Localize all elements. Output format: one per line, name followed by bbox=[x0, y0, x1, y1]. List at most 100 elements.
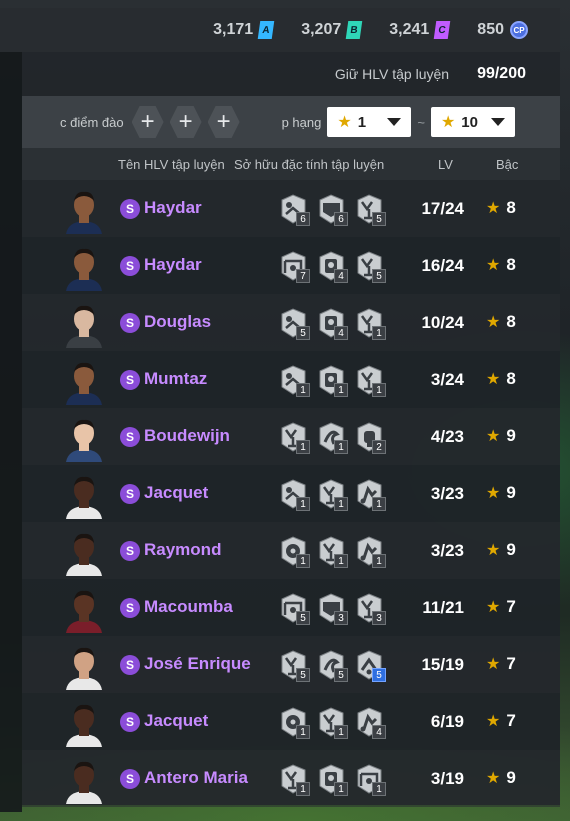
heading-trait-icon[interactable]: 1 bbox=[278, 479, 310, 511]
rank-filter-label: p hạng bbox=[281, 114, 322, 130]
coach-row[interactable]: S Haydar 6 6 5 17/24 ★ 8 bbox=[22, 180, 560, 237]
coach-row[interactable]: S Boudewijn 1 1 2 4/23 ★ 9 bbox=[22, 408, 560, 465]
coach-grade: ★ 9 bbox=[486, 426, 516, 446]
coach-row[interactable]: S Macoumba 5 3 3 11/21 ★ 7 bbox=[22, 579, 560, 636]
grade-value: 7 bbox=[506, 711, 516, 730]
trait-list: 1 1 1 bbox=[278, 764, 386, 796]
rank-from-select[interactable]: ★ 1 bbox=[327, 107, 412, 137]
celebrate-trait-icon[interactable]: 1 bbox=[278, 764, 310, 796]
filter-bar: c điểm đào + + + p hạng ★ 1 ~ ★ 10 bbox=[22, 96, 560, 148]
trait-level: 1 bbox=[372, 497, 386, 511]
coach-name: Boudewijn bbox=[144, 426, 230, 445]
dribble-trait-icon[interactable]: 1 bbox=[316, 422, 348, 454]
trait-level: 1 bbox=[334, 383, 348, 397]
coach-grade: ★ 9 bbox=[486, 540, 516, 560]
save-trait-icon[interactable]: 1 bbox=[316, 365, 348, 397]
special-badge-icon: S bbox=[120, 541, 140, 561]
trait-list: 6 6 5 bbox=[278, 194, 386, 226]
trait-level: 6 bbox=[334, 212, 348, 226]
tackle-trait-icon[interactable]: 1 bbox=[354, 536, 386, 568]
coach-level: 3/24 bbox=[430, 370, 464, 389]
pass-trait-icon[interactable]: 5 bbox=[354, 650, 386, 682]
grade-value: 9 bbox=[506, 768, 516, 787]
trait-list: 7 4 5 bbox=[278, 251, 386, 283]
coach-grade: ★ 8 bbox=[486, 369, 516, 389]
special-badge-icon: S bbox=[120, 598, 140, 618]
add-trait-filter-2-button[interactable]: + bbox=[169, 106, 202, 138]
heading-trait-icon[interactable]: 6 bbox=[278, 194, 310, 226]
save-trait-icon[interactable]: 1 bbox=[316, 764, 348, 796]
dribble-trait-icon[interactable]: 5 bbox=[316, 650, 348, 682]
currency-item: 3,241 C bbox=[389, 21, 451, 39]
special-badge-icon: S bbox=[120, 313, 140, 333]
grade-value: 7 bbox=[506, 654, 516, 673]
coach-grade: ★ 7 bbox=[486, 711, 516, 731]
celebrate-trait-icon[interactable]: 1 bbox=[354, 308, 386, 340]
ball-trait-icon[interactable]: 1 bbox=[278, 707, 310, 739]
cp-currency-icon: CP bbox=[510, 21, 528, 39]
goal-trait-icon[interactable]: 5 bbox=[278, 593, 310, 625]
celebrate-trait-icon[interactable]: 1 bbox=[316, 479, 348, 511]
add-trait-filter-3-button[interactable]: + bbox=[207, 106, 240, 138]
grade-value: 7 bbox=[506, 597, 516, 616]
special-badge-icon: S bbox=[120, 712, 140, 732]
currency-value: 850 bbox=[477, 21, 504, 38]
avatar bbox=[64, 416, 104, 462]
goal-trait-icon[interactable]: 7 bbox=[278, 251, 310, 283]
add-trait-filter-1-button[interactable]: + bbox=[131, 106, 164, 138]
celebrate-trait-icon[interactable]: 3 bbox=[354, 593, 386, 625]
column-name[interactable]: Tên HLV tập luyện bbox=[118, 157, 225, 172]
star-icon: ★ bbox=[440, 114, 456, 131]
column-traits[interactable]: Sở hữu đặc tính tập luyện bbox=[234, 157, 384, 172]
currency-item: 3,171 A bbox=[213, 21, 275, 39]
rank-to-select[interactable]: ★ 10 bbox=[430, 107, 515, 137]
tackle-trait-icon[interactable]: 4 bbox=[354, 707, 386, 739]
coach-row[interactable]: S Jacquet 1 1 4 6/19 ★ 7 bbox=[22, 693, 560, 750]
special-badge-icon: S bbox=[120, 655, 140, 675]
coach-grade: ★ 8 bbox=[486, 198, 516, 218]
shield-trait-icon[interactable]: 6 bbox=[316, 194, 348, 226]
coach-level: 11/21 bbox=[422, 598, 464, 617]
trait-list: 5 4 1 bbox=[278, 308, 386, 340]
trait-level: 3 bbox=[372, 611, 386, 625]
celebrate-trait-icon[interactable]: 5 bbox=[278, 650, 310, 682]
shield-trait-icon[interactable]: 3 bbox=[316, 593, 348, 625]
ball-trait-icon[interactable]: 1 bbox=[278, 536, 310, 568]
save-trait-icon[interactable]: 4 bbox=[316, 251, 348, 283]
fist-trait-icon[interactable]: 2 bbox=[354, 422, 386, 454]
goal-trait-icon[interactable]: 1 bbox=[354, 764, 386, 796]
coach-row[interactable]: S Haydar 7 4 5 16/24 ★ 8 bbox=[22, 237, 560, 294]
trait-level: 1 bbox=[334, 782, 348, 796]
column-grade[interactable]: Bậc bbox=[496, 157, 518, 172]
celebrate-trait-icon[interactable]: 5 bbox=[354, 251, 386, 283]
celebrate-trait-icon[interactable]: 1 bbox=[354, 365, 386, 397]
celebrate-trait-icon[interactable]: 1 bbox=[278, 422, 310, 454]
heading-trait-icon[interactable]: 1 bbox=[278, 365, 310, 397]
avatar bbox=[64, 302, 104, 348]
coach-grade: ★ 7 bbox=[486, 597, 516, 617]
trait-level: 5 bbox=[296, 326, 310, 340]
coach-row[interactable]: S Jacquet 1 1 1 3/23 ★ 9 bbox=[22, 465, 560, 522]
coach-name: Raymond bbox=[144, 540, 222, 559]
avatar bbox=[64, 587, 104, 633]
column-lv[interactable]: LV bbox=[438, 157, 453, 172]
trait-level: 5 bbox=[372, 668, 386, 682]
coach-row[interactable]: S Mumtaz 1 1 1 3/24 ★ 8 bbox=[22, 351, 560, 408]
celebrate-trait-icon[interactable]: 1 bbox=[316, 707, 348, 739]
heading-trait-icon[interactable]: 5 bbox=[278, 308, 310, 340]
save-trait-icon[interactable]: 4 bbox=[316, 308, 348, 340]
coach-row[interactable]: S Raymond 1 1 1 3/23 ★ 9 bbox=[22, 522, 560, 579]
star-icon: ★ bbox=[486, 713, 501, 730]
coach-name: Haydar bbox=[144, 255, 202, 274]
celebrate-trait-icon[interactable]: 1 bbox=[316, 536, 348, 568]
special-badge-icon: S bbox=[120, 370, 140, 390]
coach-row[interactable]: S Antero Maria 1 1 1 3/19 ★ 9 bbox=[22, 750, 560, 807]
star-icon: ★ bbox=[486, 599, 501, 616]
coach-table-body: S Haydar 6 6 5 17/24 ★ 8 S Haydar 7 4 5 16/24 ★ 8 S Dougl… bbox=[22, 180, 560, 807]
currency-bar: 3,171 A 3,207 B 3,241 C 850 CP bbox=[0, 8, 560, 52]
grade-value: 8 bbox=[506, 369, 516, 388]
celebrate-trait-icon[interactable]: 5 bbox=[354, 194, 386, 226]
tackle-trait-icon[interactable]: 1 bbox=[354, 479, 386, 511]
coach-row[interactable]: S José Enrique 5 5 5 15/19 ★ 7 bbox=[22, 636, 560, 693]
coach-row[interactable]: S Douglas 5 4 1 10/24 ★ 8 bbox=[22, 294, 560, 351]
